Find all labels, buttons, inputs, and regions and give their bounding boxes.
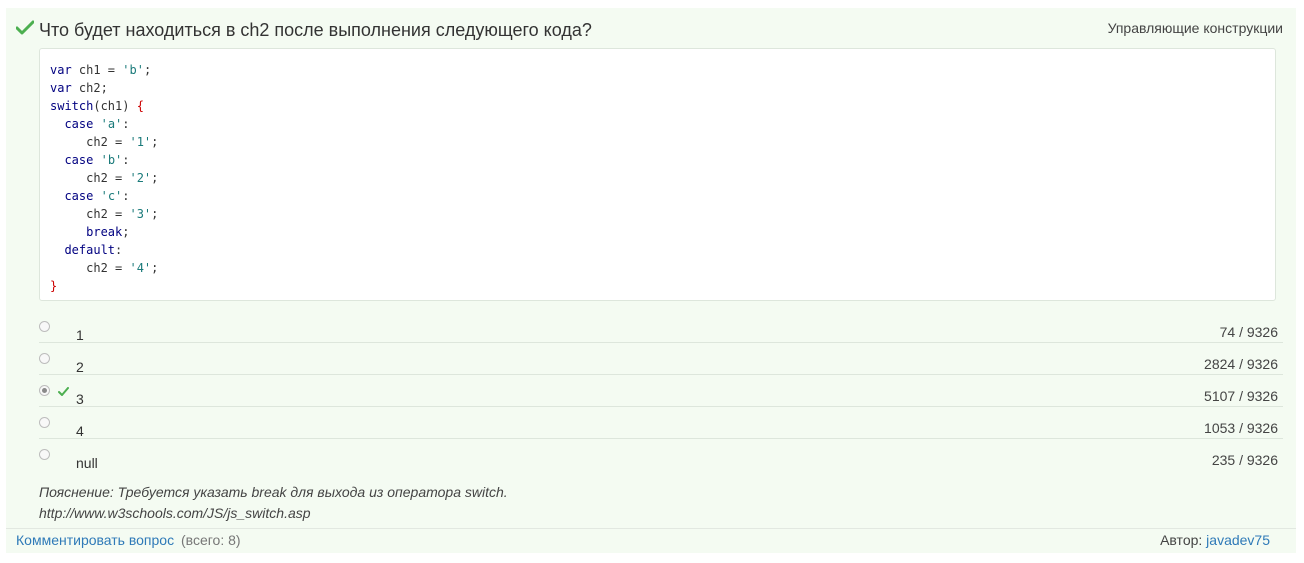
code-token: ; [122, 225, 130, 239]
code-token: ch1 = [71, 63, 123, 77]
code-token: ; [151, 207, 159, 221]
code-token: ch2 = [50, 171, 130, 185]
answer-count: 74 / 9326 [1219, 324, 1278, 340]
answer-option[interactable]: 3 5107 / 9326 [39, 375, 1283, 407]
answer-radio[interactable] [39, 385, 50, 396]
check-icon [16, 20, 34, 35]
answer-label: 2 [76, 359, 84, 375]
author-prefix: Автор: [1160, 532, 1203, 548]
answer-count: 2824 / 9326 [1204, 356, 1278, 372]
code-token: : [115, 243, 123, 257]
question-title: Что будет находиться в ch2 после выполне… [39, 20, 592, 40]
answer-radio[interactable] [39, 417, 50, 428]
code-token: case [64, 189, 94, 203]
code-token: ; [143, 63, 152, 77]
code-token: ; [151, 261, 159, 275]
code-token: var [50, 81, 72, 95]
code-token: } [50, 279, 58, 293]
answer-label: 1 [76, 327, 84, 343]
answer-label: 4 [76, 423, 84, 439]
code-token: 'c' [100, 189, 123, 203]
answer-count: 1053 / 9326 [1204, 420, 1278, 436]
code-token: default [64, 243, 116, 257]
code-token: : [122, 189, 130, 203]
divider [6, 528, 1296, 529]
code-token: (ch1) [93, 99, 137, 113]
code-token: break [86, 225, 123, 239]
author-info: Автор: javadev75 [1160, 532, 1270, 548]
code-content: var ch1 = 'b'; var ch2; switch(ch1) { ca… [40, 49, 1275, 295]
code-token: ; [151, 135, 159, 149]
code-token: ch2; [71, 81, 108, 95]
code-token: '2' [129, 171, 152, 185]
code-token: case [64, 117, 94, 131]
code-token: '4' [129, 261, 152, 275]
answer-label: 3 [76, 391, 84, 407]
code-token: : [122, 153, 130, 167]
code-token: switch [50, 99, 94, 113]
code-token: ; [151, 171, 159, 185]
explanation-link[interactable]: http://www.w3schools.com/JS/js_switch.as… [39, 503, 508, 524]
code-token: 'b' [122, 63, 144, 77]
code-token: case [64, 153, 94, 167]
code-token: 'a' [100, 117, 123, 131]
question-category: Управляющие конструкции [1107, 20, 1283, 36]
explanation: Пояснение: Требуется указать break для в… [39, 482, 508, 524]
code-token: ch2 = [50, 135, 130, 149]
answer-list: 1 74 / 9326 2 2824 / 9326 3 5107 / 9326 4 1053 … [39, 311, 1283, 471]
answer-option[interactable]: 2 2824 / 9326 [39, 343, 1283, 375]
code-token: { [136, 99, 144, 113]
comment-question-link[interactable]: Комментировать вопрос [16, 532, 174, 548]
code-token: var [50, 63, 72, 77]
answer-option[interactable]: 1 74 / 9326 [39, 311, 1283, 343]
answer-count: 5107 / 9326 [1204, 388, 1278, 404]
code-token: '1' [129, 135, 152, 149]
code-token: : [122, 117, 130, 131]
answer-radio[interactable] [39, 353, 50, 364]
answer-radio[interactable] [39, 449, 50, 460]
explanation-text: Пояснение: Требуется указать break для в… [39, 484, 508, 500]
answer-label: null [76, 455, 98, 471]
code-token: '3' [129, 207, 152, 221]
correct-check-icon [58, 387, 69, 396]
answer-option[interactable]: null 235 / 9326 [39, 439, 1283, 471]
author-link[interactable]: javadev75 [1206, 532, 1270, 548]
answer-radio[interactable] [39, 321, 50, 332]
question-card: Что будет находиться в ch2 после выполне… [6, 8, 1296, 553]
answer-option[interactable]: 4 1053 / 9326 [39, 407, 1283, 439]
answer-count: 235 / 9326 [1211, 452, 1278, 468]
code-token: 'b' [100, 153, 123, 167]
code-token: ch2 = [50, 261, 130, 275]
code-block: var ch1 = 'b'; var ch2; switch(ch1) { ca… [39, 48, 1276, 301]
comment-count: (всего: 8) [181, 532, 241, 548]
code-token: ch2 = [50, 207, 130, 221]
